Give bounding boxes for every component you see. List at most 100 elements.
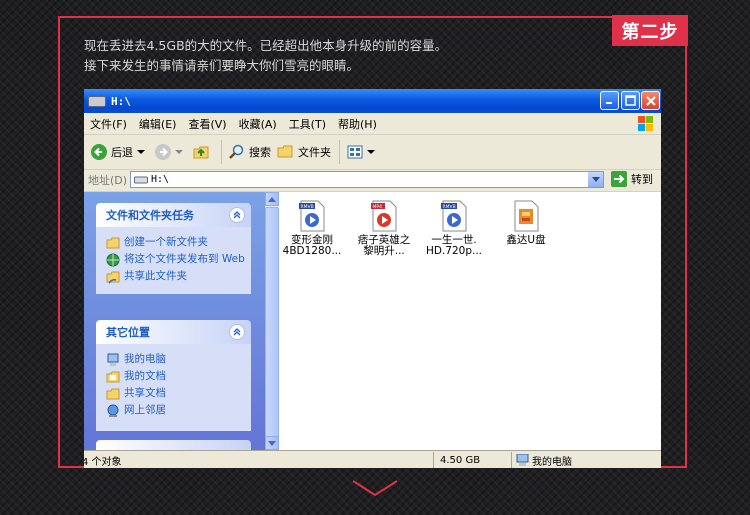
other-places-header[interactable]: 其它位置: [96, 320, 251, 344]
views-icon: [347, 145, 363, 159]
task-share-folder[interactable]: 共享此文件夹: [106, 270, 245, 284]
back-button[interactable]: 后退: [90, 143, 148, 161]
new-folder-icon: [106, 237, 120, 249]
file-name-2: 黎明升...: [363, 245, 405, 257]
title-bar[interactable]: H:\: [84, 89, 661, 113]
address-dropdown-button[interactable]: [588, 172, 603, 187]
share-folder-icon: [106, 271, 120, 284]
place-label: 我的电脑: [124, 353, 166, 365]
svg-text:RMVB: RMVB: [301, 204, 314, 210]
chevron-down-icon: [352, 480, 398, 497]
place-label: 我的文档: [124, 370, 166, 382]
dropdown-arrow-icon[interactable]: [175, 149, 183, 155]
toolbar-separator: [339, 140, 340, 164]
computer-icon: [107, 353, 119, 366]
svg-text:RMVB: RMVB: [443, 204, 456, 210]
address-bar: 地址(D) H:\ 转到: [84, 169, 661, 192]
place-network[interactable]: 网上邻居: [106, 404, 245, 418]
menu-tools[interactable]: 工具(T): [289, 116, 326, 132]
back-arrow-icon: [91, 144, 107, 160]
file-tasks-title: 文件和文件夹任务: [106, 209, 194, 222]
views-button[interactable]: [346, 143, 378, 161]
status-bar: 4 个对象 4.50 GB 我的电脑: [84, 450, 661, 468]
status-divider: [433, 452, 434, 468]
toolbar-separator: [221, 140, 222, 164]
task-label: 创建一个新文件夹: [124, 236, 208, 248]
file-name: 鑫达U盘: [506, 234, 546, 246]
file-tasks-panel: 文件和文件夹任务 创建一个新文件夹 将这个文件夹发布到 Web 共享此文件夹: [96, 203, 251, 294]
caption-line-2: 接下来发生的事情请亲们要睁大你们雪亮的眼睛。: [84, 58, 360, 73]
task-label: 共享此文件夹: [124, 270, 187, 282]
back-label: 后退: [111, 146, 133, 159]
maximize-button[interactable]: [621, 91, 640, 110]
other-places-title: 其它位置: [106, 326, 150, 339]
collapse-icon[interactable]: [229, 324, 245, 340]
scroll-down-button[interactable]: [265, 436, 279, 450]
svg-text:MP4: MP4: [373, 204, 383, 210]
status-divider: [511, 452, 512, 468]
file-item[interactable]: RMVB 一生一世. HD.720p...: [420, 200, 488, 257]
place-my-documents[interactable]: 我的文档: [106, 370, 245, 384]
drive-icon: [134, 176, 148, 183]
toolbar: 后退 搜索 文件夹: [84, 135, 661, 170]
menu-file[interactable]: 文件(F): [90, 116, 127, 132]
file-list: RMVB 变形金刚 4BD1280... MP4 痞子英雄之 黎明升... RM…: [279, 192, 661, 450]
network-icon: [107, 404, 119, 417]
menu-view[interactable]: 查看(V): [188, 116, 226, 132]
menu-edit[interactable]: 编辑(E): [139, 116, 177, 132]
file-name-2: 4BD1280...: [282, 245, 342, 257]
menu-bar: 文件(F) 编辑(E) 查看(V) 收藏(A) 工具(T) 帮助(H): [84, 113, 661, 135]
go-label: 转到: [631, 173, 653, 186]
file-tasks-header[interactable]: 文件和文件夹任务: [96, 203, 251, 227]
dropdown-arrow-icon[interactable]: [367, 149, 375, 155]
media-player-icon: MP4: [371, 200, 397, 232]
chevron-down-icon: [591, 177, 600, 182]
drive-icon: [88, 95, 106, 107]
window-title: H:\: [111, 94, 131, 108]
status-size: 4.50 GB: [440, 454, 481, 466]
folders-label: 文件夹: [298, 146, 331, 159]
task-publish-web[interactable]: 将这个文件夹发布到 Web: [106, 253, 245, 267]
up-folder-icon: [193, 146, 209, 159]
forward-arrow-icon: [155, 144, 171, 160]
scroll-up-button[interactable]: [265, 192, 279, 206]
status-location-label: 我的电脑: [532, 456, 572, 468]
file-name-2: HD.720p...: [425, 245, 483, 257]
dropdown-arrow-icon[interactable]: [137, 149, 145, 155]
search-icon: [229, 144, 244, 159]
rmvb-video-icon: RMVB: [441, 200, 467, 232]
close-button[interactable]: [641, 91, 660, 110]
folders-button[interactable]: 文件夹: [277, 143, 331, 161]
step-badge: 第二步: [612, 15, 688, 46]
file-item[interactable]: RMVB 变形金刚 4BD1280...: [278, 200, 346, 257]
documents-folder-icon: [106, 371, 120, 383]
up-folder-button[interactable]: [192, 143, 213, 161]
address-value: H:\: [151, 174, 170, 185]
go-button[interactable]: 转到: [611, 171, 653, 187]
menu-help[interactable]: 帮助(H): [338, 116, 377, 132]
other-places-body: 我的电脑 我的文档 共享文档 网上邻居: [96, 344, 251, 431]
search-button[interactable]: 搜索: [228, 143, 271, 161]
forward-button[interactable]: [154, 143, 186, 161]
place-label: 网上邻居: [124, 404, 166, 416]
folder-icon: [277, 145, 293, 158]
menu-favorites[interactable]: 收藏(A): [239, 116, 277, 132]
details-panel-header[interactable]: [96, 440, 251, 450]
rmvb-video-icon: RMVB: [299, 200, 325, 232]
file-item[interactable]: MP4 痞子英雄之 黎明升...: [350, 200, 418, 257]
collapse-icon[interactable]: [229, 207, 245, 223]
shared-folder-icon: [106, 388, 120, 400]
scroll-thumb[interactable]: [265, 207, 279, 437]
other-places-panel: 其它位置 我的电脑 我的文档 共享文档 网上邻居: [96, 320, 251, 431]
go-arrow-icon: [611, 171, 627, 187]
explorer-window: H:\ 文件(F) 编辑(E) 查看(V) 收藏(A) 工具(T) 帮助(H) …: [84, 89, 661, 468]
minimize-button[interactable]: [600, 91, 619, 110]
address-input[interactable]: H:\: [130, 171, 604, 188]
place-my-computer[interactable]: 我的电脑: [106, 353, 245, 367]
task-new-folder[interactable]: 创建一个新文件夹: [106, 236, 245, 250]
task-label: 将这个文件夹发布到 Web: [124, 253, 245, 265]
drive-app-icon: [514, 200, 539, 232]
file-item[interactable]: 鑫达U盘: [492, 200, 560, 246]
sidebar-scrollbar[interactable]: [265, 192, 279, 450]
place-shared-documents[interactable]: 共享文档: [106, 387, 245, 401]
